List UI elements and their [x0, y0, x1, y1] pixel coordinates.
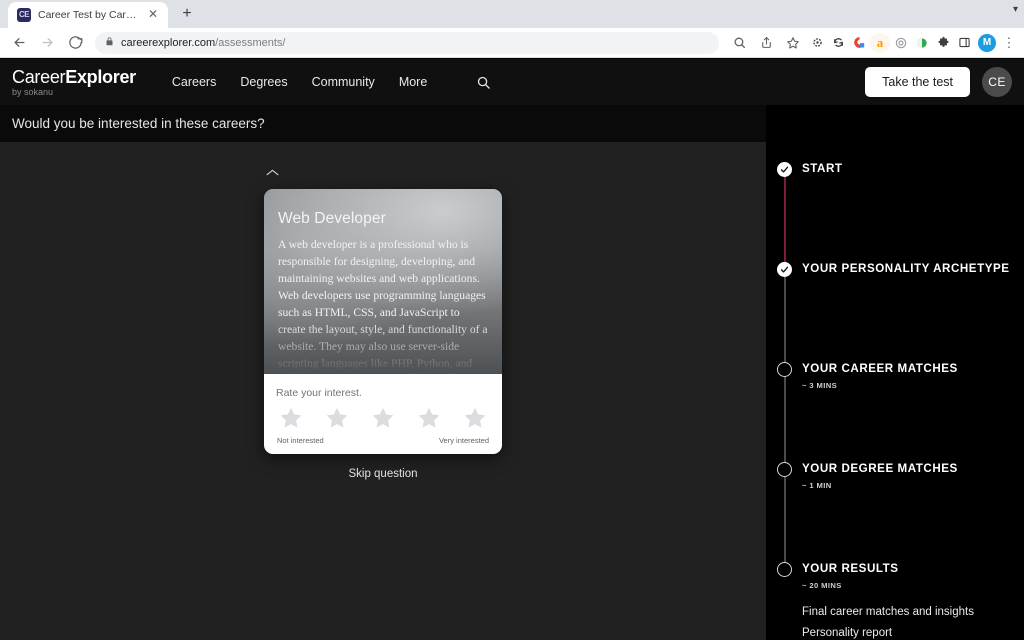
timeline-title: START: [802, 162, 843, 175]
share-icon[interactable]: [753, 30, 779, 56]
scale-low-label: Not interested: [277, 436, 324, 445]
kebab-menu-icon[interactable]: ⋮: [1000, 36, 1018, 49]
scale-high-label: Very interested: [438, 436, 489, 445]
nav-community[interactable]: Community: [312, 75, 375, 89]
progress-timeline: START YOUR PERSONALITY ARCHETYPE YOUR CA…: [766, 142, 1024, 640]
star-icon-1[interactable]: [278, 405, 304, 431]
site-header: CareerExplorer by sokanu Careers Degrees…: [0, 59, 1024, 105]
lock-icon: [105, 34, 114, 52]
timeline-title: YOUR PERSONALITY ARCHETYPE: [802, 262, 1010, 275]
step-circle-icon: [777, 362, 792, 377]
sync-extension-icon[interactable]: [828, 33, 848, 53]
chrome-profile-avatar[interactable]: M: [978, 33, 996, 52]
site-logo[interactable]: CareerExplorer by sokanu: [12, 68, 136, 97]
star-rating[interactable]: [276, 405, 490, 431]
rating-panel: Rate your interest. Not interested Very …: [264, 374, 502, 454]
timeline-title: YOUR CAREER MATCHES: [802, 362, 958, 375]
puzzle-extensions-icon[interactable]: [933, 33, 953, 53]
nav-more[interactable]: More: [399, 75, 427, 89]
sidepanel-icon[interactable]: [954, 33, 974, 53]
main-nav: Careers Degrees Community More: [172, 74, 491, 90]
timeline-step-degree-matches[interactable]: YOUR DEGREE MATCHES ~ 1 MIN: [766, 461, 1024, 570]
star-icon-4[interactable]: [416, 405, 442, 431]
url-text: careerexplorer.com/assessments/: [121, 37, 285, 49]
page-content: CareerExplorer by sokanu Careers Degrees…: [0, 59, 1024, 640]
star-icon-2[interactable]: [324, 405, 350, 431]
timeline-connector-1: [784, 170, 786, 270]
timeline-connector-2: [784, 270, 786, 370]
globe-extension-icon[interactable]: [891, 33, 911, 53]
star-icon-5[interactable]: [462, 405, 488, 431]
deliverable-item: Final career matches and insights: [802, 606, 974, 618]
deliverable-item: Personality report: [802, 627, 893, 639]
reload-icon[interactable]: [62, 30, 88, 56]
search-icon[interactable]: [726, 30, 752, 56]
amazon-extension-icon[interactable]: a: [870, 32, 890, 53]
address-bar[interactable]: careerexplorer.com/assessments/: [95, 31, 719, 54]
question-prompt: Would you be interested in these careers…: [12, 116, 265, 131]
check-circle-icon: [777, 162, 792, 177]
new-tab-button[interactable]: +: [174, 1, 200, 27]
star-icon-3[interactable]: [370, 405, 396, 431]
tab-strip: CE Career Test by CareerExplorer ✕ + ▾: [0, 0, 1024, 28]
close-icon[interactable]: ✕: [146, 8, 160, 22]
leaf-extension-icon[interactable]: [912, 33, 932, 53]
search-icon[interactable]: [475, 74, 491, 90]
logo-wordmark: CareerExplorer: [12, 68, 136, 86]
step-circle-icon: [777, 462, 792, 477]
window-controls: ▾: [1013, 4, 1018, 15]
career-card[interactable]: Web Developer A web developer is a profe…: [264, 189, 502, 454]
nav-careers[interactable]: Careers: [172, 75, 216, 89]
timeline-step-start[interactable]: START: [766, 161, 1024, 270]
logo-part-career: Career: [12, 66, 66, 87]
timeline-title: YOUR RESULTS: [802, 562, 899, 575]
forward-arrow-icon[interactable]: [34, 30, 60, 56]
results-deliverables: Final career matches and insights Person…: [802, 602, 1024, 640]
browser-toolbar: careerexplorer.com/assessments/ a M ⋮: [0, 28, 1024, 58]
tab-title: Career Test by CareerExplorer: [38, 9, 139, 21]
back-arrow-icon[interactable]: [6, 30, 32, 56]
toolbar-actions: a M ⋮: [726, 30, 1018, 56]
url-domain: careerexplorer.com: [121, 36, 216, 49]
career-card-media: Web Developer A web developer is a profe…: [264, 189, 502, 374]
browser-tab[interactable]: CE Career Test by CareerExplorer ✕: [8, 2, 168, 28]
timeline-step-career-matches[interactable]: YOUR CAREER MATCHES ~ 3 MINS: [766, 361, 1024, 470]
timeline-title: YOUR DEGREE MATCHES: [802, 462, 958, 475]
star-bookmark-icon[interactable]: [780, 30, 806, 56]
logo-tagline: by sokanu: [12, 86, 54, 97]
take-the-test-button[interactable]: Take the test: [865, 67, 970, 97]
user-avatar[interactable]: CE: [982, 67, 1012, 97]
timeline-step-personality-archetype[interactable]: YOUR PERSONALITY ARCHETYPE: [766, 261, 1024, 370]
career-title: Web Developer: [278, 210, 386, 227]
star-scale-labels: Not interested Very interested: [276, 436, 490, 445]
timeline-duration: ~ 1 MIN: [802, 481, 832, 490]
browser-window: CE Career Test by CareerExplorer ✕ + ▾ c…: [0, 0, 1024, 640]
career-description: A web developer is a professional who is…: [278, 237, 488, 370]
step-circle-icon: [777, 562, 792, 577]
check-circle-icon: [777, 262, 792, 277]
question-bar: Would you be interested in these careers…: [0, 105, 766, 142]
clipboard-extension-icon[interactable]: [849, 33, 869, 53]
timeline-duration: ~ 3 MINS: [802, 381, 838, 390]
careerexplorer-favicon: CE: [17, 8, 31, 22]
chevron-up-icon[interactable]: [264, 166, 280, 178]
assessment-main: Web Developer A web developer is a profe…: [0, 142, 766, 640]
career-card-stack: Web Developer A web developer is a profe…: [264, 169, 502, 480]
timeline-connector-3: [784, 370, 786, 470]
timeline-duration: ~ 20 MINS: [802, 581, 842, 590]
chevron-down-icon[interactable]: ▾: [1013, 4, 1018, 15]
skip-question-button[interactable]: Skip question: [264, 468, 502, 480]
timeline-step-results[interactable]: YOUR RESULTS ~ 20 MINS Final career matc…: [766, 561, 1024, 640]
timeline-connector-4: [784, 470, 786, 570]
url-path: /assessments/: [215, 36, 286, 49]
rate-interest-label: Rate your interest.: [276, 387, 362, 399]
gear-extension-icon[interactable]: [807, 33, 827, 53]
logo-part-explorer: Explorer: [65, 66, 136, 87]
header-actions: Take the test CE: [865, 59, 1012, 105]
body-row: Web Developer A web developer is a profe…: [0, 142, 1024, 640]
nav-degrees[interactable]: Degrees: [240, 75, 287, 89]
progress-sidebar: START YOUR PERSONALITY ARCHETYPE YOUR CA…: [766, 142, 1024, 640]
